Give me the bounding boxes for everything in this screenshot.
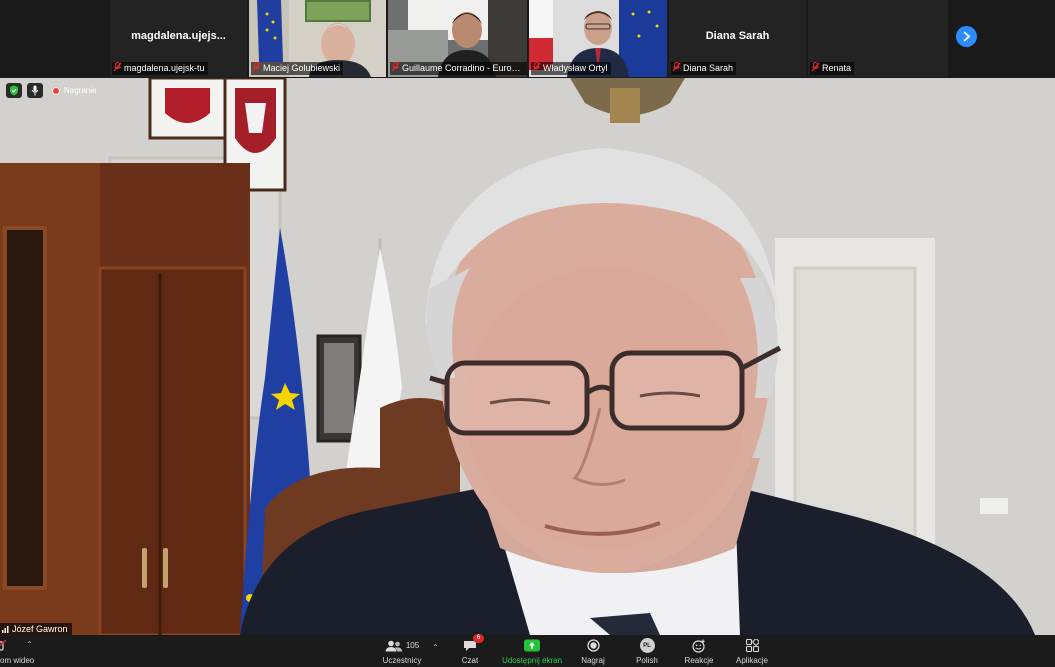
muted-mic-icon [811,62,820,72]
speaker-name: Józef Gawron [12,624,68,634]
participant-name-tag: Renata [810,62,855,75]
participant-name-display: Diana Sarah [705,30,770,42]
microphone-icon[interactable] [27,83,43,98]
apps-grid-icon [745,639,759,652]
video-label: om wideo [0,656,35,665]
muted-mic-icon [113,62,122,72]
record-label: Nagraj [581,656,605,665]
muted-mic-icon [391,62,400,72]
chat-unread-badge: 6 [473,634,484,643]
muted-mic-icon [252,62,261,72]
start-video-button[interactable]: ⌃ om wideo [0,637,34,665]
participant-name-display: magdalena.ujejs... [131,30,226,42]
share-screen-label: Udostępnij ekran [501,656,563,665]
chevron-up-icon[interactable]: ⌃ [26,640,33,649]
participant-name-tag: Diana Sarah [671,62,737,75]
recording-dot-icon [52,86,60,95]
chevron-right-icon [963,31,971,42]
participant-strip: magdalena.ujejs... magdalena.ujejsk-tu M… [0,0,1055,78]
participant-name: Maciej Golubiewski [263,63,341,73]
recording-label: Nagranie [64,86,97,95]
participant-name: Diana Sarah [683,63,734,73]
participant-name: Renata [822,63,852,73]
participant-name: Guillaume Corradino - Eurom... [402,63,527,73]
reactions-button[interactable]: Reakcje [684,637,714,665]
muted-mic-icon [532,62,541,72]
participant-tile[interactable]: Władysław Ortyl [529,0,667,77]
record-icon [586,639,600,652]
signal-bars-icon [2,626,9,633]
speaker-name-tag: Józef Gawron [0,623,72,635]
language-label: Polish [636,656,658,665]
participant-tile[interactable]: Diana Sarah Diana Sarah [669,0,806,77]
shield-check-icon[interactable] [6,83,22,98]
apps-button[interactable]: Aplikacje [735,637,769,665]
muted-mic-icon [672,62,681,72]
chat-button[interactable]: 6 Czat [458,634,484,665]
chat-label: Czat [461,656,479,665]
share-screen-button[interactable]: Udostępnij ekran [502,637,562,665]
participant-tile[interactable]: Maciej Golubiewski [249,0,386,77]
next-page-button[interactable] [956,26,977,47]
meeting-status-badges: Nagranie [6,83,96,98]
language-interpretation-button[interactable]: PL Polish [634,637,660,665]
active-speaker-video[interactable]: Nagranie Józef Gawron [0,78,1055,635]
participants-label: Uczestnicy [382,656,422,665]
apps-label: Aplikacje [735,656,768,665]
participant-tile[interactable]: magdalena.ujejs... magdalena.ujejsk-tu [110,0,247,77]
participant-name: magdalena.ujejsk-tu [124,63,205,73]
share-screen-icon [524,639,540,652]
meeting-toolbar: ⌃ om wideo 105 Uczestnicy ⌃ 6 Czat Udost… [0,634,1055,667]
participant-count: 105 [405,641,420,650]
participant-name-tag: magdalena.ujejsk-tu [112,62,208,75]
recording-indicator[interactable]: Nagranie [52,86,96,95]
participant-name: Władysław Ortyl [543,63,608,73]
participants-icon [385,640,403,651]
participant-tile[interactable]: Guillaume Corradino - Eurom... [388,0,527,77]
language-avatar: PL [639,638,655,653]
reactions-label: Reakcje [684,656,714,665]
participant-tile[interactable]: Renata [808,0,948,77]
smiley-plus-icon [692,639,705,653]
record-button[interactable]: Nagraj [580,637,606,665]
participant-name-tag: Guillaume Corradino - Eurom... [390,62,527,75]
chevron-up-icon[interactable]: ⌃ [432,643,439,652]
speaker-video-frame [0,78,1055,635]
video-off-icon [0,640,7,651]
participant-name-tag: Maciej Golubiewski [251,62,344,75]
participant-name-tag: Władysław Ortyl [531,62,611,75]
participants-button[interactable]: 105 Uczestnicy [380,637,424,665]
